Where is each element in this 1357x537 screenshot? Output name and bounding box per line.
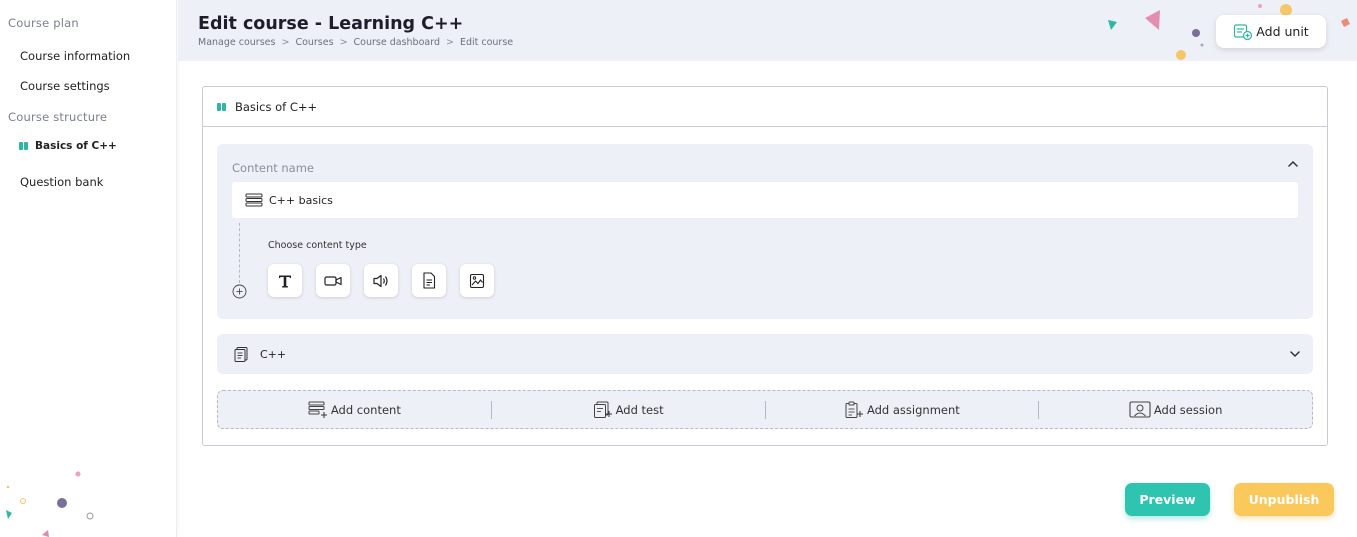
- add-test-button[interactable]: Add test: [492, 400, 766, 419]
- audio-type-icon: [373, 274, 388, 287]
- choose-content-type-label: Choose content type: [268, 240, 367, 251]
- add-unit-label: Add unit: [1256, 24, 1309, 39]
- breadcrumb-separator: >: [445, 37, 454, 48]
- add-actions-row: Add content Add test Add assignment Add …: [217, 390, 1313, 429]
- add-content-icon: [308, 401, 327, 418]
- sidebar-item-course-information[interactable]: Course information: [20, 49, 130, 63]
- add-session-button[interactable]: Add session: [1039, 401, 1312, 419]
- add-assignment-label: Add assignment: [866, 402, 960, 417]
- add-content-button[interactable]: Add content: [218, 400, 492, 419]
- sidebar-section-course-structure: Course structure: [8, 110, 108, 124]
- video-type-icon: [324, 275, 342, 286]
- add-unit-icon: [1234, 23, 1253, 40]
- test-item-title: C++: [260, 347, 287, 361]
- add-content-label: Add content: [330, 402, 401, 417]
- text-type-icon: [279, 275, 291, 287]
- content-name-value: C++ basics: [269, 193, 333, 207]
- dashed-connector: [239, 223, 240, 283]
- add-session-icon: [1129, 401, 1151, 418]
- chevron-up-icon[interactable]: [1286, 157, 1300, 171]
- unit-card: Basics of C++ Content name C++ basics Ch…: [202, 86, 1328, 446]
- stack-icon: [245, 193, 263, 207]
- image-type-button[interactable]: [460, 264, 494, 297]
- sidebar-section-course-plan: Course plan: [8, 16, 79, 30]
- add-circle-icon[interactable]: [232, 284, 247, 299]
- add-unit-button[interactable]: Add unit: [1216, 15, 1326, 48]
- document-type-button[interactable]: [412, 264, 446, 297]
- test-item[interactable]: C++: [217, 334, 1313, 374]
- sidebar-item-course-settings[interactable]: Course settings: [20, 79, 110, 93]
- sidebar: Course plan Course information Course se…: [0, 0, 177, 537]
- sidebar-item-label: Basics of C++: [35, 140, 117, 152]
- book-icon: [217, 102, 226, 111]
- content-panel: Content name C++ basics Choose content t…: [217, 144, 1313, 319]
- add-test-icon: [593, 401, 612, 418]
- page-header: Edit course - Learning C++ Manage course…: [178, 0, 1357, 61]
- breadcrumb-separator: >: [281, 37, 290, 48]
- video-type-button[interactable]: [316, 264, 350, 297]
- content-type-row: [268, 264, 494, 297]
- content-name-field[interactable]: C++ basics: [232, 182, 1298, 218]
- add-session-label: Add session: [1153, 402, 1223, 417]
- add-assignment-icon: [845, 401, 863, 418]
- breadcrumb: Manage courses > Courses > Course dashbo…: [198, 37, 513, 48]
- breadcrumb-item[interactable]: Manage courses: [198, 37, 275, 48]
- document-type-icon: [423, 272, 436, 289]
- breadcrumb-item[interactable]: Course dashboard: [354, 37, 440, 48]
- confetti-decoration: [6, 471, 94, 537]
- app-root: Course plan Course information Course se…: [0, 0, 1357, 537]
- breadcrumb-separator: >: [339, 37, 348, 48]
- sidebar-item-question-bank[interactable]: Question bank: [20, 175, 103, 189]
- content-name-label: Content name: [232, 161, 315, 175]
- page-title: Edit course - Learning C++: [198, 14, 464, 34]
- breadcrumb-item-current: Edit course: [459, 37, 514, 48]
- audio-type-button[interactable]: [364, 264, 398, 297]
- unpublish-button[interactable]: Unpublish: [1234, 483, 1334, 516]
- preview-button[interactable]: Preview: [1125, 483, 1210, 516]
- text-type-button[interactable]: [268, 264, 302, 297]
- add-assignment-button[interactable]: Add assignment: [766, 400, 1040, 419]
- unit-title: Basics of C++: [235, 99, 318, 114]
- book-icon: [19, 142, 28, 150]
- test-icon: [234, 347, 248, 362]
- add-test-label: Add test: [615, 402, 664, 417]
- breadcrumb-item[interactable]: Courses: [295, 37, 333, 48]
- unit-header[interactable]: Basics of C++: [203, 87, 1327, 127]
- chevron-down-icon[interactable]: [1288, 347, 1302, 361]
- sidebar-item-basics-of-cpp[interactable]: Basics of C++: [19, 140, 117, 152]
- image-type-icon: [469, 273, 485, 288]
